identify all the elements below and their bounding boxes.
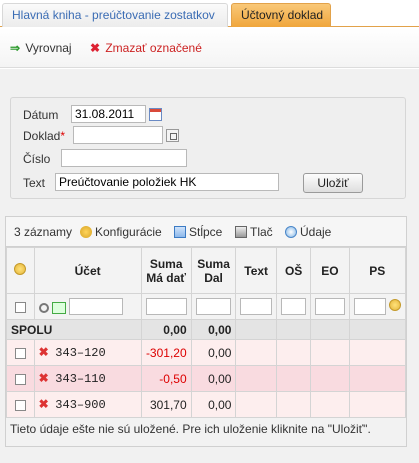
document-picker-icon[interactable] <box>166 129 179 142</box>
delete-row-icon[interactable]: ✖ <box>39 345 49 359</box>
unsaved-notice: Tieto údaje ešte nie sú uložené. Pre ich… <box>10 422 371 436</box>
print-button[interactable]: Tlač <box>235 225 273 239</box>
account-filter-input[interactable] <box>69 298 124 315</box>
account-cell: 343–120 <box>55 346 106 360</box>
lightbulb-icon[interactable] <box>388 299 401 311</box>
debit-cell: -301,20 <box>140 339 192 366</box>
entries-table: Účet Suma Má dať Suma Dal Text OŠ EO PS … <box>6 247 407 418</box>
document-form: Dátum Doklad* Číslo Text Uložiť <box>10 97 406 199</box>
row-checkbox[interactable] <box>14 399 26 411</box>
delete-row-icon[interactable]: ✖ <box>39 371 49 385</box>
debit-filter-input[interactable] <box>145 298 187 315</box>
configurations-button[interactable]: Konfigurácie <box>80 225 162 239</box>
debit-cell: 301,70 <box>140 391 192 418</box>
date-label: Dátum <box>23 108 59 122</box>
text-label: Text <box>23 176 46 190</box>
delete-x-icon: ✖ <box>89 41 101 55</box>
debit-cell: -0,50 <box>140 365 192 392</box>
delete-row-icon[interactable]: ✖ <box>39 397 49 411</box>
summary-row: SPOLU 0,00 0,00 <box>6 319 407 340</box>
column-account[interactable]: Účet <box>33 247 142 294</box>
summary-debit: 0,00 <box>140 319 192 340</box>
os-filter-input[interactable] <box>280 298 307 315</box>
record-count: 3 záznamy <box>14 225 73 239</box>
columns-button[interactable]: Stĺpce <box>174 225 222 239</box>
ps-filter-input[interactable] <box>353 298 386 315</box>
calendar-icon[interactable] <box>149 108 162 121</box>
data-button[interactable]: Údaje <box>285 225 331 239</box>
row-checkbox[interactable] <box>14 347 26 359</box>
save-button[interactable]: Uložiť <box>303 173 363 193</box>
columns-icon <box>174 226 186 238</box>
entries-grid-panel: 3 záznamy Konfigurácie Stĺpce Tlač Údaje… <box>5 216 407 447</box>
column-ps[interactable]: PS <box>348 247 407 294</box>
filter-pick-icon[interactable] <box>51 301 66 314</box>
credit-cell: 0,00 <box>190 339 237 366</box>
grid-toolbar: 3 záznamy Konfigurácie Stĺpce Tlač Údaje <box>6 217 406 247</box>
data-icon <box>285 226 297 238</box>
summary-credit: 0,00 <box>190 319 237 340</box>
tab-general-ledger[interactable]: Hlavná kniha - preúčtovanie zostatkov <box>2 3 228 27</box>
printer-icon <box>235 226 247 238</box>
document-label: Doklad* <box>23 129 66 143</box>
table-header: Účet Suma Má dať Suma Dal Text OŠ EO PS <box>6 247 407 294</box>
status-dot-icon <box>14 263 27 275</box>
credit-cell: 0,00 <box>190 365 237 392</box>
table-row[interactable]: ✖ 343–110 -0,50 0,00 <box>6 365 407 392</box>
delete-selected-button[interactable]: ✖ Zmazať označené <box>88 40 202 56</box>
lightbulb-icon <box>80 226 92 238</box>
balance-button[interactable]: ⇒ Vyrovnaj <box>8 40 72 56</box>
filter-checkbox[interactable] <box>14 301 26 313</box>
column-os[interactable]: OŠ <box>275 247 312 294</box>
number-field[interactable] <box>61 149 187 167</box>
delete-selected-label: Zmazať označené <box>105 41 202 55</box>
eo-filter-input[interactable] <box>315 298 345 315</box>
search-icon[interactable] <box>38 302 49 313</box>
credit-filter-input[interactable] <box>195 298 232 315</box>
column-text[interactable]: Text <box>235 247 277 294</box>
number-label: Číslo <box>23 152 51 166</box>
arrow-right-icon: ⇒ <box>9 41 21 55</box>
table-row[interactable]: ✖ 343–120 -301,20 0,00 <box>6 339 407 366</box>
account-cell: 343–900 <box>55 398 106 412</box>
date-field[interactable] <box>71 105 146 123</box>
text-filter-input[interactable] <box>240 298 272 315</box>
column-debit[interactable]: Suma Má dať <box>140 247 192 294</box>
column-eo[interactable]: EO <box>310 247 350 294</box>
credit-cell: 0,00 <box>190 391 237 418</box>
table-row[interactable]: ✖ 343–900 301,70 0,00 <box>6 391 407 418</box>
text-field[interactable] <box>55 173 279 191</box>
summary-label: SPOLU <box>6 319 142 340</box>
column-credit[interactable]: Suma Dal <box>190 247 237 294</box>
account-cell: 343–110 <box>55 372 106 386</box>
document-field[interactable] <box>73 126 163 144</box>
tab-bar: Hlavná kniha - preúčtovanie zostatkov Úč… <box>0 0 419 27</box>
tab-accounting-document[interactable]: Účtovný doklad <box>231 3 331 27</box>
select-all-header[interactable] <box>6 247 35 294</box>
filter-row <box>6 293 407 320</box>
row-checkbox[interactable] <box>14 373 26 385</box>
balance-button-label: Vyrovnaj <box>25 41 72 55</box>
toolbar: ⇒ Vyrovnaj ✖ Zmazať označené <box>0 28 419 68</box>
